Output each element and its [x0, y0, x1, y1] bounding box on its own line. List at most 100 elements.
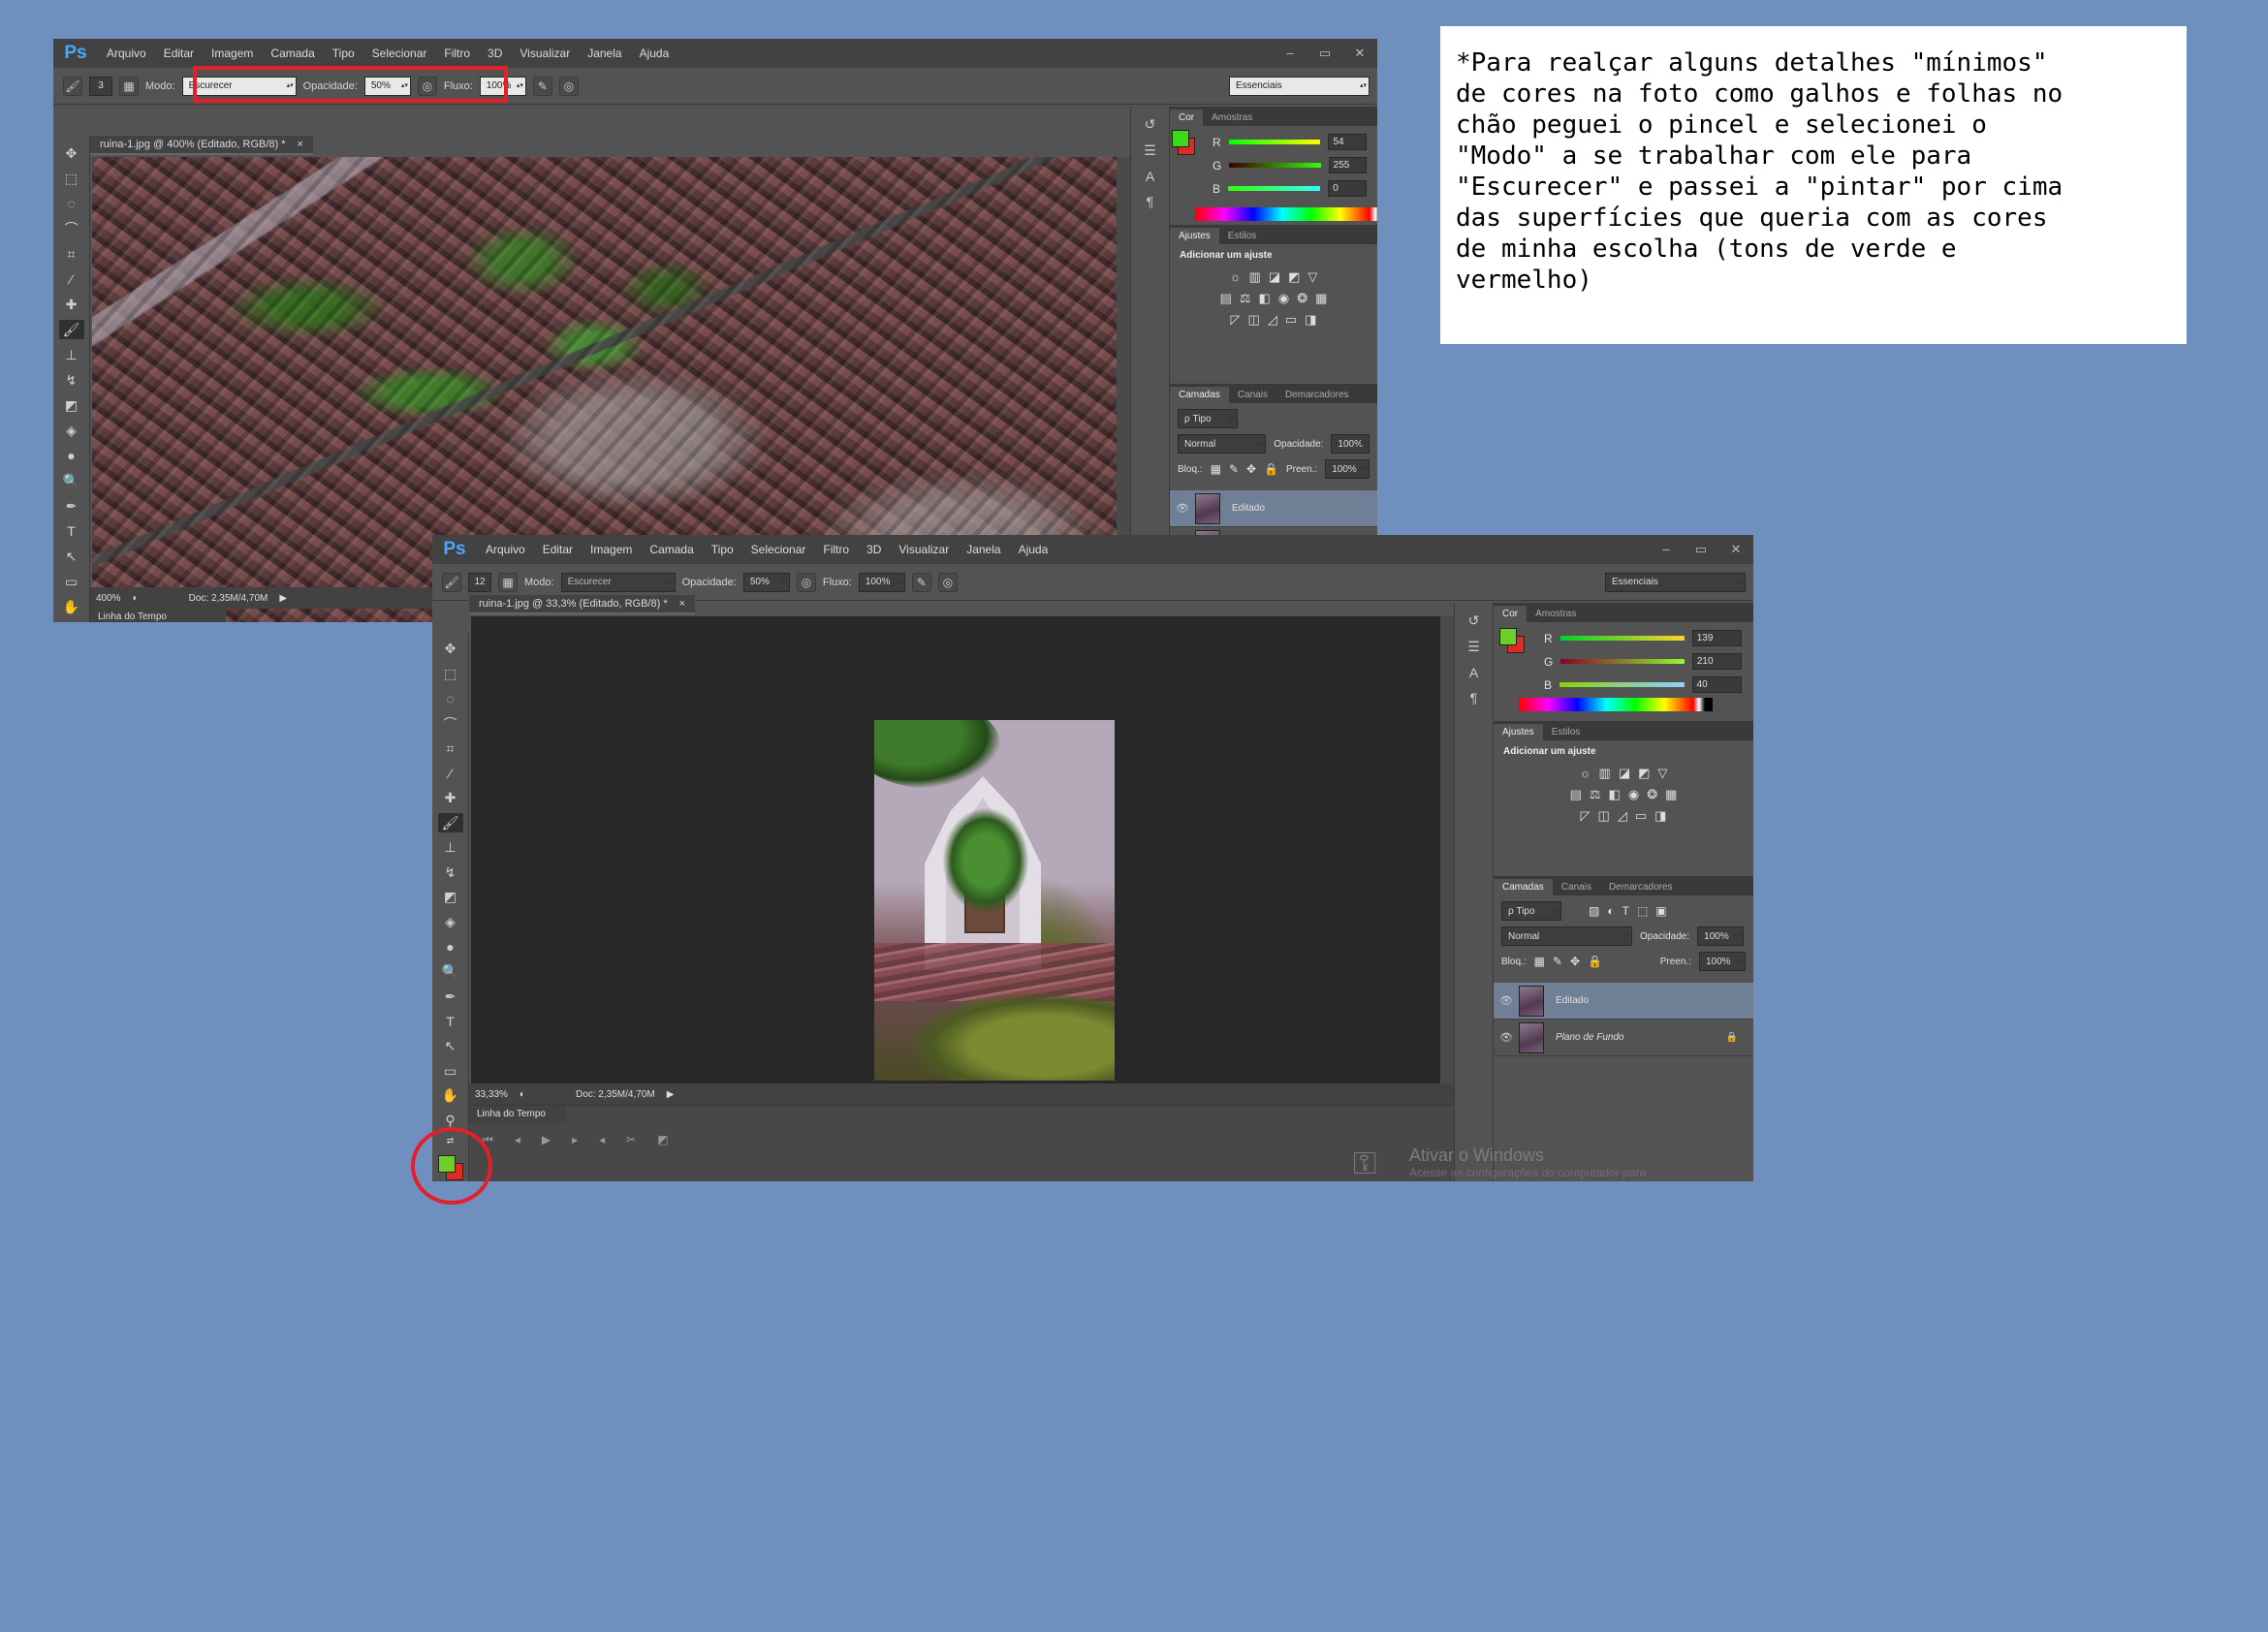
brush-tool-icon[interactable]: 🖌	[437, 813, 463, 833]
next-frame-icon[interactable]: ▸	[572, 1133, 578, 1147]
curves-icon[interactable]: ◪	[1619, 766, 1630, 781]
lock-move-icon[interactable]: ✥	[1246, 462, 1256, 476]
shape-tool-icon[interactable]: ▭	[59, 572, 84, 591]
menu-3d[interactable]: 3D	[479, 47, 511, 60]
type-tool-icon[interactable]: T	[59, 521, 84, 541]
eraser-tool-icon[interactable]: ◩	[59, 395, 84, 415]
menu-visualizar[interactable]: Visualizar	[511, 47, 579, 60]
channel-mixer-icon[interactable]: ❂	[1297, 291, 1307, 306]
menu-selecionar[interactable]: Selecionar	[363, 47, 436, 60]
bucket-tool-icon[interactable]: ◈	[59, 421, 84, 440]
exposure-icon[interactable]: ◩	[1638, 766, 1650, 781]
airbrush-icon[interactable]: ✎	[911, 572, 931, 592]
pressure-opacity-icon[interactable]: ◎	[796, 572, 816, 592]
restore-button[interactable]: ▭	[1684, 542, 1718, 557]
layer-opacity-field[interactable]: 100%	[1331, 434, 1370, 454]
layer-kind-filter[interactable]: ρ Tipo	[1501, 901, 1561, 921]
channel-mixer-icon[interactable]: ❂	[1647, 787, 1657, 802]
black-white-icon[interactable]: ◧	[1609, 787, 1621, 802]
quick-select-tool-icon[interactable]: ⌒	[438, 714, 463, 734]
photo-filter-icon[interactable]: ◉	[1278, 291, 1289, 306]
prev-frame-icon[interactable]: ◂	[515, 1133, 520, 1147]
lock-all-icon[interactable]: 🔒	[1264, 462, 1278, 476]
brush-panel-icon[interactable]: ▦	[119, 76, 139, 96]
minimize-button[interactable]: –	[1649, 542, 1684, 557]
tab-amostras[interactable]: Amostras	[1203, 110, 1261, 126]
crop-tool-icon[interactable]: ⌗	[59, 244, 84, 264]
pressure-size-icon[interactable]: ◎	[558, 76, 579, 96]
tab-ajustes[interactable]: Ajustes	[1494, 724, 1543, 740]
color-balance-icon[interactable]: ⚖	[1240, 291, 1251, 306]
opacity-field[interactable]: 50%	[742, 572, 790, 592]
levels-icon[interactable]: ▥	[1249, 269, 1261, 285]
tab-estilos[interactable]: Estilos	[1543, 724, 1589, 740]
selective-color-icon[interactable]: ◨	[1305, 312, 1316, 328]
pen-tool-icon[interactable]: ✒	[59, 496, 84, 516]
blend-mode-select[interactable]: Normal	[1178, 434, 1267, 454]
brightness-icon[interactable]: ☼	[1580, 766, 1591, 781]
brush-preset-icon[interactable]: 🖌	[442, 572, 461, 592]
menu-janela[interactable]: Janela	[958, 543, 1009, 556]
menu-filtro[interactable]: Filtro	[814, 543, 858, 556]
character-icon[interactable]: A	[1146, 169, 1154, 184]
gradient-map-icon[interactable]: ▭	[1635, 808, 1647, 824]
vibrance-icon[interactable]: ▽	[1657, 766, 1667, 781]
lock-pixels-icon[interactable]: ▦	[1534, 955, 1545, 968]
shape-tool-icon[interactable]: ▭	[438, 1061, 463, 1081]
b-value[interactable]: 0	[1328, 180, 1367, 197]
menu-ajuda[interactable]: Ajuda	[1010, 543, 1057, 556]
blur-tool-icon[interactable]: ●	[59, 446, 84, 465]
r-slider[interactable]	[1228, 140, 1321, 144]
paragraph-icon[interactable]: ¶	[1470, 690, 1478, 706]
layer-row-background[interactable]: 👁 Plano de Fundo 🔒	[1494, 1020, 1753, 1056]
lock-move-icon[interactable]: ✥	[1570, 955, 1580, 968]
history-icon[interactable]: ↺	[1145, 116, 1156, 133]
layer-opacity-field[interactable]: 100%	[1697, 926, 1745, 946]
stamp-tool-icon[interactable]: ⊥	[59, 345, 84, 364]
exposure-icon[interactable]: ◩	[1288, 269, 1300, 285]
doc-size[interactable]: Doc: 2,35M/4,70M	[189, 593, 268, 604]
menu-ajuda[interactable]: Ajuda	[631, 47, 678, 60]
tab-canais[interactable]: Canais	[1229, 387, 1276, 403]
timeline-tab[interactable]: Linha do Tempo	[90, 609, 226, 622]
b-value[interactable]: 40	[1691, 676, 1742, 693]
r-slider[interactable]	[1559, 636, 1685, 641]
history-icon[interactable]: ↺	[1468, 612, 1480, 629]
lock-pixels-icon[interactable]: ▦	[1211, 462, 1221, 476]
filter-pixel-icon[interactable]: ▨	[1589, 904, 1599, 918]
pen-tool-icon[interactable]: ✒	[438, 988, 463, 1007]
lock-brush-icon[interactable]: ✎	[1553, 955, 1562, 968]
threshold-icon[interactable]: ◿	[1618, 808, 1627, 824]
path-select-tool-icon[interactable]: ↖	[59, 547, 84, 566]
color-lookup-icon[interactable]: ▦	[1315, 291, 1327, 306]
character-icon[interactable]: A	[1469, 665, 1478, 680]
pressure-size-icon[interactable]: ◎	[937, 572, 958, 592]
tab-ajustes[interactable]: Ajustes	[1170, 228, 1219, 244]
photo-filter-icon[interactable]: ◉	[1628, 787, 1639, 802]
bucket-tool-icon[interactable]: ◈	[438, 913, 463, 932]
menu-imagem[interactable]: Imagem	[582, 543, 641, 556]
g-slider[interactable]	[1229, 163, 1321, 168]
audio-icon[interactable]: ◂	[599, 1133, 605, 1147]
timeline-tab[interactable]: Linha do Tempo	[469, 1106, 566, 1123]
canvas[interactable]	[471, 616, 1440, 1083]
zoom-level[interactable]: 400%	[96, 593, 121, 604]
transition-icon[interactable]: ◩	[657, 1133, 668, 1147]
brush-size-picker[interactable]: 12	[468, 572, 491, 592]
fill-field[interactable]: 100%	[1699, 952, 1746, 971]
b-slider[interactable]	[1559, 682, 1685, 687]
dodge-tool-icon[interactable]: 🔍	[59, 471, 84, 490]
blend-mode-select[interactable]: Normal	[1501, 926, 1632, 946]
foreground-color-swatch[interactable]	[1172, 130, 1189, 147]
visibility-eye-icon[interactable]: 👁	[1170, 502, 1195, 515]
crop-tool-icon[interactable]: ⌗	[438, 739, 463, 759]
flow-field[interactable]: 100%	[858, 572, 905, 592]
hand-tool-icon[interactable]: ✋	[59, 597, 84, 616]
filter-type-icon[interactable]: T	[1622, 904, 1629, 918]
hue-sat-icon[interactable]: ▤	[1570, 787, 1582, 802]
menu-editar[interactable]: Editar	[155, 47, 203, 60]
menu-3d[interactable]: 3D	[858, 543, 890, 556]
b-slider[interactable]	[1228, 186, 1321, 191]
workspace-select[interactable]: Essenciais	[1605, 572, 1746, 592]
posterize-icon[interactable]: ◫	[1598, 808, 1610, 824]
